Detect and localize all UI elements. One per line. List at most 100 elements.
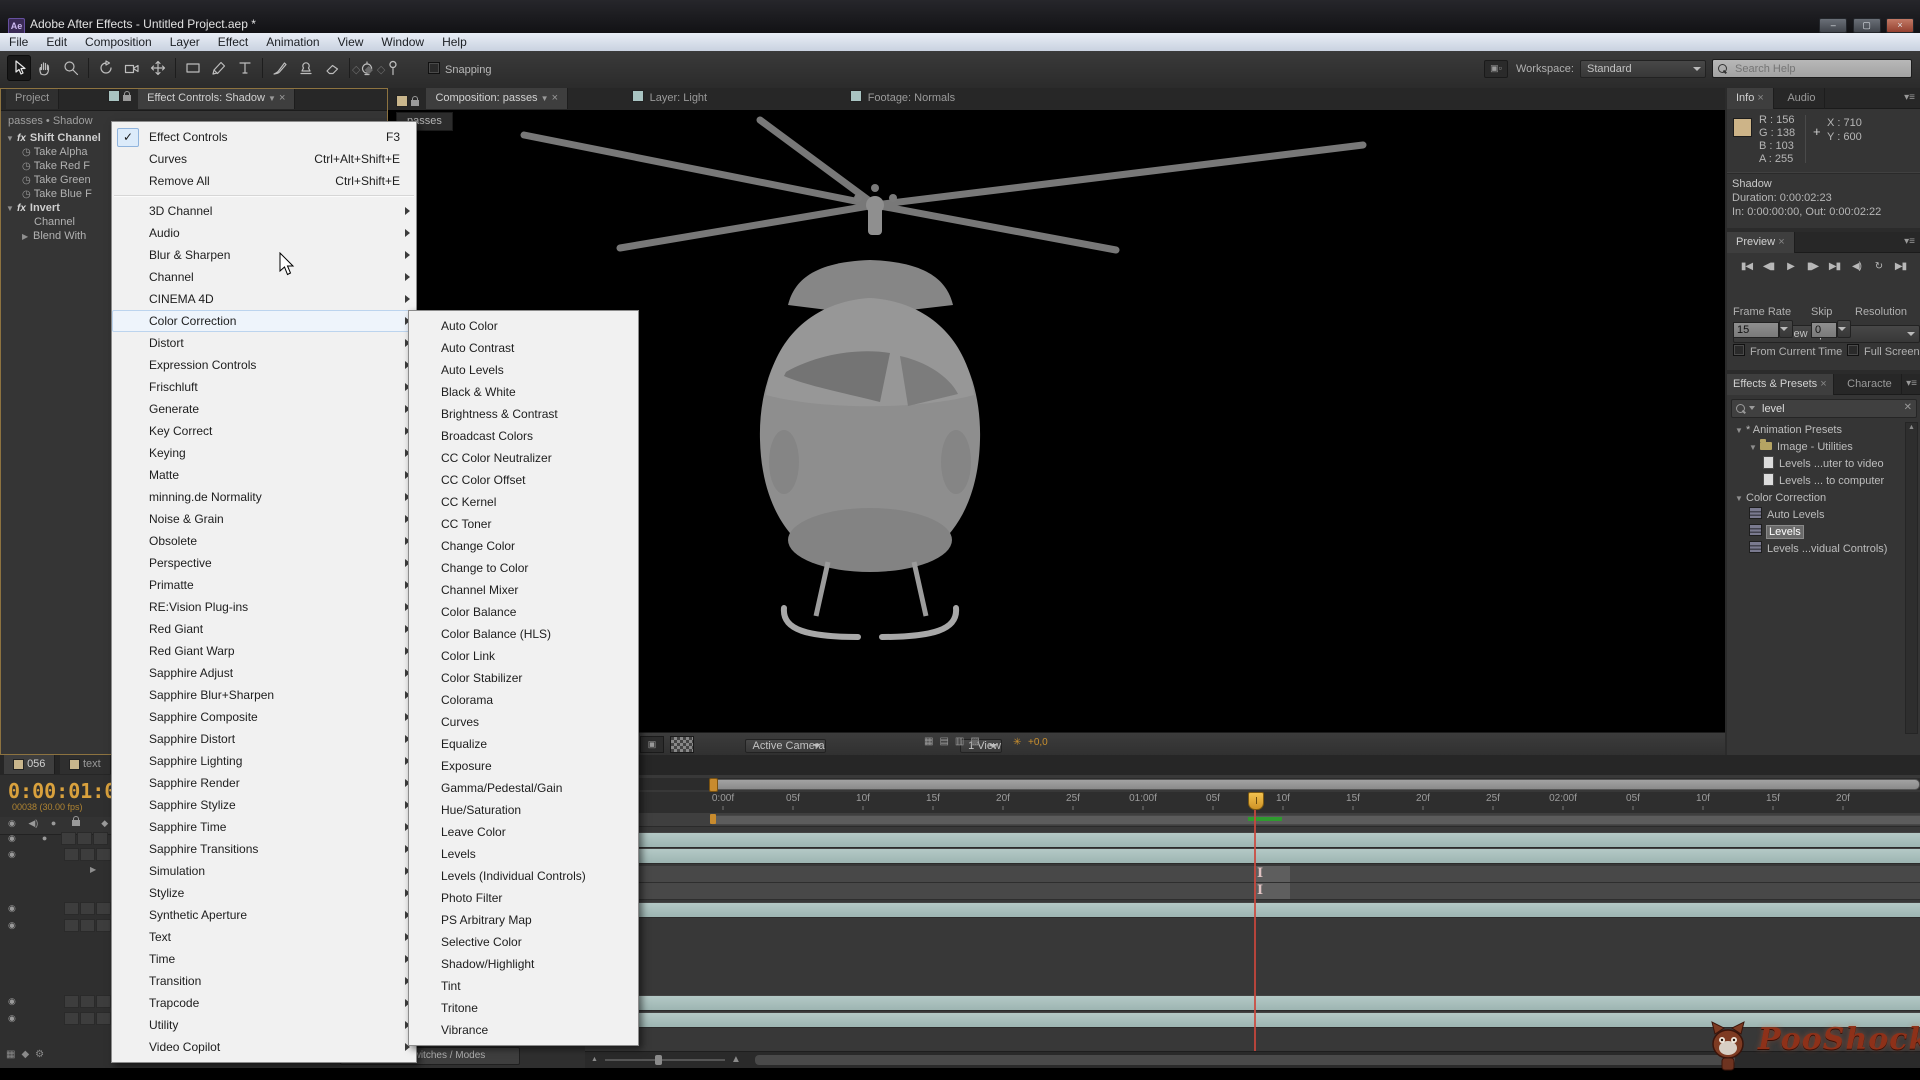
menu-category-red-giant[interactable]: Red Giant bbox=[112, 618, 416, 640]
switch-box[interactable] bbox=[96, 902, 111, 915]
menu-category-cinema-4d[interactable]: CINEMA 4D bbox=[112, 288, 416, 310]
submenu-item-broadcast-colors[interactable]: Broadcast Colors bbox=[409, 425, 638, 447]
eye-icon[interactable]: ◉ bbox=[8, 996, 16, 1006]
zoom-slider-thumb[interactable] bbox=[655, 1055, 662, 1065]
zoom-tool-icon[interactable] bbox=[59, 55, 83, 81]
tab-preview[interactable]: Preview × bbox=[1727, 232, 1795, 253]
from-current-time-toggle[interactable]: From Current Time bbox=[1733, 344, 1842, 358]
stopwatch-icon[interactable]: ◷ bbox=[22, 175, 31, 186]
eye-icon[interactable]: ◉ bbox=[8, 920, 16, 930]
tab-info[interactable]: Info × bbox=[1727, 88, 1774, 109]
switch-box[interactable] bbox=[96, 848, 111, 861]
from-current-time-checkbox[interactable] bbox=[1733, 344, 1745, 356]
go-to-end-icon[interactable]: ▶▮ bbox=[1825, 259, 1845, 275]
brush-tool-icon[interactable] bbox=[268, 55, 292, 81]
audio-icon[interactable]: ◀) bbox=[1847, 259, 1867, 275]
submenu-item-levels-individual-controls[interactable]: Levels (Individual Controls) bbox=[409, 865, 638, 887]
navigator-handle[interactable] bbox=[709, 778, 718, 792]
menu-animation[interactable]: Animation bbox=[257, 33, 328, 51]
lock-icon[interactable] bbox=[123, 95, 131, 101]
tree-item-auto-levels[interactable]: Auto Levels bbox=[1731, 507, 1909, 524]
submenu-item-shadow-highlight[interactable]: Shadow/Highlight bbox=[409, 953, 638, 975]
pen-tool-icon[interactable] bbox=[207, 55, 231, 81]
tab-effects-presets[interactable]: Effects & Presets × bbox=[1727, 374, 1834, 395]
menu-category-stylize[interactable]: Stylize bbox=[112, 882, 416, 904]
submenu-item-hue-saturation[interactable]: Hue/Saturation bbox=[409, 799, 638, 821]
menu-item-curves[interactable]: CurvesCtrl+Alt+Shift+E bbox=[112, 148, 416, 170]
type-tool-icon[interactable] bbox=[233, 55, 257, 81]
submenu-item-cc-kernel[interactable]: CC Kernel bbox=[409, 491, 638, 513]
work-area-start-handle[interactable] bbox=[710, 814, 716, 824]
menu-category-perspective[interactable]: Perspective bbox=[112, 552, 416, 574]
twirl-closed-icon[interactable]: ▶ bbox=[90, 865, 96, 874]
switch-box[interactable] bbox=[64, 919, 79, 932]
menu-item-remove-all[interactable]: Remove AllCtrl+Shift+E bbox=[112, 170, 416, 192]
submenu-item-black-white[interactable]: Black & White bbox=[409, 381, 638, 403]
comp-tab-dropdown-icon[interactable]: ▼ bbox=[541, 94, 549, 103]
eye-icon[interactable]: ◉ bbox=[8, 1013, 16, 1023]
search-options-icon[interactable] bbox=[1749, 406, 1755, 410]
comp-tab-close-icon[interactable]: × bbox=[552, 92, 558, 104]
panel-menu-icon[interactable]: ▾≡ bbox=[1906, 378, 1917, 389]
submenu-item-change-to-color[interactable]: Change to Color bbox=[409, 557, 638, 579]
menu-category-text[interactable]: Text bbox=[112, 926, 416, 948]
switch-box[interactable] bbox=[96, 995, 111, 1008]
menu-category-synthetic-aperture[interactable]: Synthetic Aperture bbox=[112, 904, 416, 926]
step-forward-icon[interactable]: ▮▶ bbox=[1803, 259, 1823, 275]
switch-box[interactable] bbox=[96, 1012, 111, 1025]
tab-composition[interactable]: Composition: passes ▼ × bbox=[426, 88, 568, 109]
menu-category-utility[interactable]: Utility bbox=[112, 1014, 416, 1036]
submenu-item-cc-color-neutralizer[interactable]: CC Color Neutralizer bbox=[409, 447, 638, 469]
panel-menu-icon[interactable]: ▾≡ bbox=[1904, 236, 1915, 247]
switch-box[interactable] bbox=[64, 848, 79, 861]
tree-item-animation-presets[interactable]: ▼* Animation Presets bbox=[1731, 422, 1909, 439]
switch-box[interactable] bbox=[61, 832, 76, 845]
eye-icon[interactable]: ◉ bbox=[8, 833, 16, 843]
keyframe-icon[interactable]: I bbox=[1257, 884, 1263, 898]
go-to-start-icon[interactable]: ▮◀ bbox=[1737, 259, 1757, 275]
menu-category-noise-grain[interactable]: Noise & Grain bbox=[112, 508, 416, 530]
menu-category-sapphire-render[interactable]: Sapphire Render bbox=[112, 772, 416, 794]
scroll-thumb[interactable] bbox=[755, 1055, 1735, 1065]
playhead-marker[interactable] bbox=[1248, 792, 1264, 810]
menu-layer[interactable]: Layer bbox=[161, 33, 209, 51]
switch-box[interactable] bbox=[64, 902, 79, 915]
tree-item-levels-to-computer[interactable]: Levels ... to computer bbox=[1731, 473, 1909, 490]
submenu-item-tritone[interactable]: Tritone bbox=[409, 997, 638, 1019]
minimize-button[interactable]: – bbox=[1819, 18, 1847, 33]
workspace-icon[interactable]: ▣▫ bbox=[1484, 60, 1508, 78]
scroll-up-icon[interactable]: ▲ bbox=[1906, 423, 1917, 433]
timeline-footer-icons[interactable]: ▦◆⚙ bbox=[6, 1049, 50, 1060]
menu-category-red-giant-warp[interactable]: Red Giant Warp bbox=[112, 640, 416, 662]
tab-dropdown-icon[interactable]: ▼ bbox=[268, 94, 276, 103]
submenu-item-auto-levels[interactable]: Auto Levels bbox=[409, 359, 638, 381]
tree-item-image-utilities[interactable]: ▼Image - Utilities bbox=[1731, 439, 1909, 456]
comp-lock-icon[interactable] bbox=[411, 100, 419, 106]
panel-menu-icon[interactable]: ▾≡ bbox=[1904, 92, 1915, 103]
menu-category-sapphire-transitions[interactable]: Sapphire Transitions bbox=[112, 838, 416, 860]
effects-search-box[interactable]: ✕ bbox=[1731, 399, 1917, 418]
effects-search-input[interactable] bbox=[1760, 401, 1894, 416]
switch-box[interactable] bbox=[80, 902, 95, 915]
menu-category-sapphire-adjust[interactable]: Sapphire Adjust bbox=[112, 662, 416, 684]
twirl-open-icon[interactable]: ▼ bbox=[1749, 439, 1760, 456]
menu-view[interactable]: View bbox=[329, 33, 373, 51]
menu-help[interactable]: Help bbox=[433, 33, 476, 51]
menu-category-re-vision-plug-ins[interactable]: RE:Vision Plug-ins bbox=[112, 596, 416, 618]
menu-file[interactable]: File bbox=[0, 33, 37, 51]
submenu-item-color-balance[interactable]: Color Balance bbox=[409, 601, 638, 623]
timeline-tab-text[interactable]: text bbox=[60, 755, 111, 774]
twirl-closed-icon[interactable]: ▶ bbox=[22, 230, 33, 244]
switch-box[interactable] bbox=[64, 995, 79, 1008]
menu-category-sapphire-time[interactable]: Sapphire Time bbox=[112, 816, 416, 838]
eraser-tool-icon[interactable] bbox=[320, 55, 344, 81]
rect-tool-icon[interactable] bbox=[181, 55, 205, 81]
frame-rate-value[interactable]: 15 bbox=[1733, 322, 1779, 338]
work-area-bar[interactable] bbox=[585, 813, 1920, 827]
menu-category-matte[interactable]: Matte bbox=[112, 464, 416, 486]
full-screen-toggle[interactable]: Full Screen bbox=[1847, 344, 1920, 358]
tree-item-levels-uter-to-video[interactable]: Levels ...uter to video bbox=[1731, 456, 1909, 473]
menu-window[interactable]: Window bbox=[372, 33, 433, 51]
keyframe-icon[interactable]: I bbox=[1257, 867, 1263, 881]
menu-effect[interactable]: Effect bbox=[209, 33, 257, 51]
